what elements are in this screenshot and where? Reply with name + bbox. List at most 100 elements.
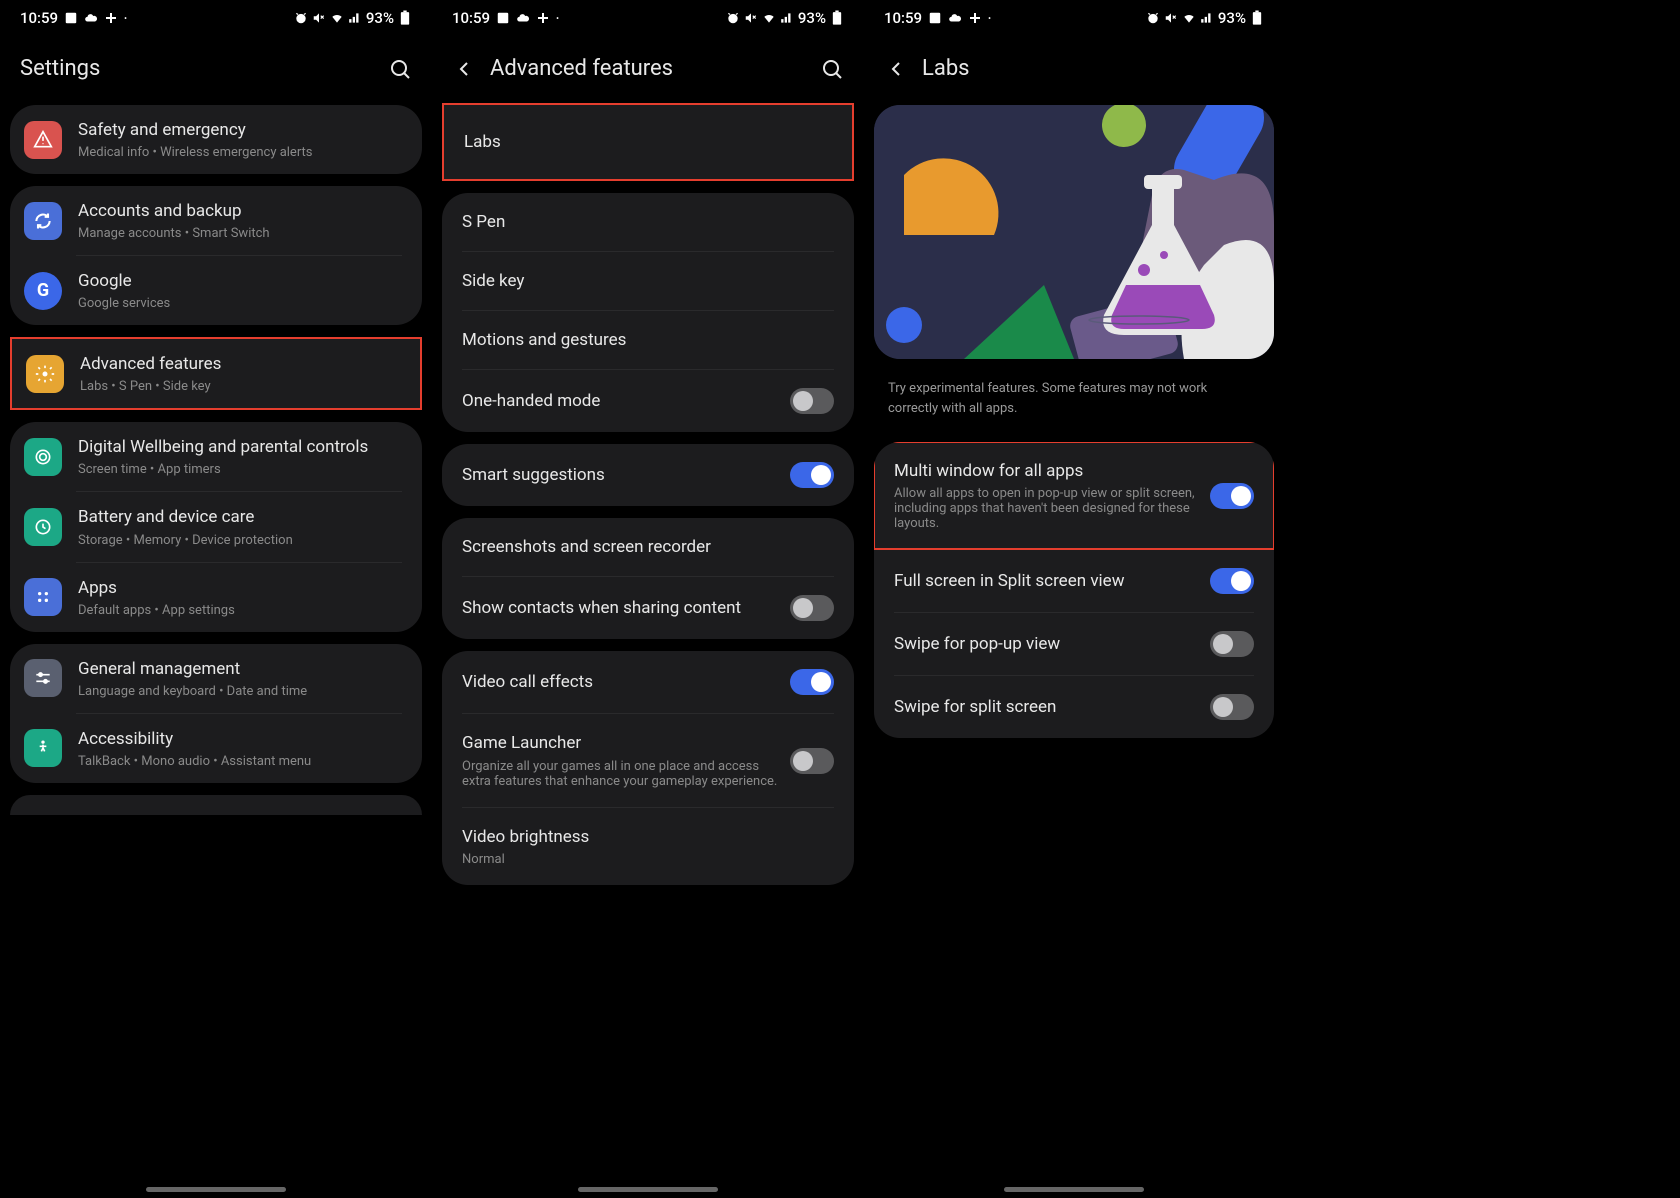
sliders-icon: [24, 659, 62, 697]
settings-row-advanced-features[interactable]: Advanced features Labs • S Pen • Side ke…: [12, 339, 420, 408]
gear-icon: [26, 355, 64, 393]
row-sub: Manage accounts • Smart Switch: [78, 226, 402, 241]
signal-icon: [780, 11, 794, 25]
mute-icon: [312, 11, 326, 25]
alert-icon: [24, 121, 62, 159]
status-time: 10:59: [452, 9, 490, 27]
page-title: Settings: [20, 56, 100, 81]
google-icon: G: [24, 272, 62, 310]
toggle-fullscreen-split[interactable]: [1210, 568, 1254, 594]
home-indicator[interactable]: [146, 1187, 286, 1192]
toggle-video-effects[interactable]: [790, 669, 834, 695]
row-title: One-handed mode: [462, 390, 790, 412]
row-title: Show contacts when sharing content: [462, 597, 790, 619]
row-sub: Screen time • App timers: [78, 462, 402, 477]
signal-icon: [1200, 11, 1214, 25]
apps-icon: [24, 578, 62, 616]
toggle-smart-suggestions[interactable]: [790, 462, 834, 488]
header: Settings: [0, 36, 432, 105]
settings-row-apps[interactable]: Apps Default apps • App settings: [10, 563, 422, 632]
row-sub: Language and keyboard • Date and time: [78, 684, 402, 699]
back-button[interactable]: [452, 57, 476, 81]
settings-row-battery[interactable]: Battery and device care Storage • Memory…: [10, 492, 422, 561]
home-indicator[interactable]: [1004, 1187, 1144, 1192]
settings-group-advanced: Advanced features Labs • S Pen • Side ke…: [10, 337, 422, 410]
labs-row-fullscreen-split[interactable]: Full screen in Split screen view: [874, 550, 1274, 612]
labs-row-multiwindow[interactable]: Multi window for all apps Allow all apps…: [874, 442, 1274, 549]
status-time: 10:59: [20, 9, 58, 27]
toggle-onehanded[interactable]: [790, 388, 834, 414]
accessibility-icon: [24, 729, 62, 767]
af-row-show-contacts[interactable]: Show contacts when sharing content: [442, 577, 854, 639]
mute-icon: [1164, 11, 1178, 25]
settings-row-accounts[interactable]: Accounts and backup Manage accounts • Sm…: [10, 186, 422, 255]
row-sub: Medical info • Wireless emergency alerts: [78, 145, 402, 160]
row-sub: TalkBack • Mono audio • Assistant menu: [78, 754, 402, 769]
af-row-onehanded[interactable]: One-handed mode: [442, 370, 854, 432]
mute-icon: [744, 11, 758, 25]
page-title: Labs: [922, 56, 970, 81]
alarm-icon: [294, 11, 308, 25]
row-title: Side key: [462, 270, 834, 292]
status-bar: 10:59 • 93%: [432, 0, 864, 36]
settings-group-peek: [10, 795, 422, 815]
row-sub: Labs • S Pen • Side key: [80, 379, 400, 394]
phone-settings: 10:59 • 93% Settings Safety and emergenc…: [0, 0, 432, 1198]
sync-icon: [24, 202, 62, 240]
gallery-icon: [928, 11, 942, 25]
settings-row-accessibility[interactable]: Accessibility TalkBack • Mono audio • As…: [10, 714, 422, 783]
af-row-motions[interactable]: Motions and gestures: [442, 311, 854, 369]
battery-icon: [1250, 11, 1264, 25]
battery-icon: [398, 11, 412, 25]
battery-text: 93%: [798, 9, 826, 27]
toggle-game-launcher[interactable]: [790, 748, 834, 774]
status-more: •: [124, 14, 127, 23]
af-row-game-launcher[interactable]: Game Launcher Organize all your games al…: [442, 714, 854, 806]
status-bar: 10:59 • 93%: [864, 0, 1284, 36]
af-row-spen[interactable]: S Pen: [442, 193, 854, 251]
row-title: Safety and emergency: [78, 119, 402, 141]
back-button[interactable]: [884, 57, 908, 81]
af-row-video-brightness[interactable]: Video brightness Normal: [442, 808, 854, 885]
settings-row-safety[interactable]: Safety and emergency Medical info • Wire…: [10, 105, 422, 174]
settings-row-wellbeing[interactable]: Digital Wellbeing and parental controls …: [10, 422, 422, 491]
row-title: Accessibility: [78, 728, 402, 750]
af-group: Smart suggestions: [442, 444, 854, 506]
af-row-video-effects[interactable]: Video call effects: [442, 651, 854, 713]
af-row-screenshots[interactable]: Screenshots and screen recorder: [442, 518, 854, 576]
toggle-show-contacts[interactable]: [790, 595, 834, 621]
wifi-icon: [762, 11, 776, 25]
signal-icon: [348, 11, 362, 25]
af-row-sidekey[interactable]: Side key: [442, 252, 854, 310]
search-button[interactable]: [388, 57, 412, 81]
row-title: Video call effects: [462, 671, 790, 693]
settings-group: Accounts and backup Manage accounts • Sm…: [10, 186, 422, 325]
labs-row-swipe-popup[interactable]: Swipe for pop-up view: [874, 613, 1274, 675]
wifi-icon: [330, 11, 344, 25]
flask-illustration-icon: [874, 105, 1274, 359]
settings-row-google[interactable]: G Google Google services: [10, 256, 422, 325]
cloud-icon: [516, 11, 530, 25]
toggle-swipe-split[interactable]: [1210, 694, 1254, 720]
phone-labs: 10:59 • 93% Labs: [864, 0, 1284, 1198]
row-sub: Storage • Memory • Device protection: [78, 533, 402, 548]
toggle-swipe-popup[interactable]: [1210, 631, 1254, 657]
search-button[interactable]: [820, 57, 844, 81]
af-row-smart-suggestions[interactable]: Smart suggestions: [442, 444, 854, 506]
row-sub: Google services: [78, 296, 402, 311]
toggle-multiwindow[interactable]: [1210, 483, 1254, 509]
af-row-labs[interactable]: Labs: [444, 105, 852, 179]
labs-row-swipe-split[interactable]: Swipe for split screen: [874, 676, 1274, 738]
header: Labs: [864, 36, 1284, 105]
settings-group: General management Language and keyboard…: [10, 644, 422, 783]
labs-group: Multi window for all apps Allow all apps…: [874, 442, 1274, 738]
row-title: S Pen: [462, 211, 834, 233]
row-title: Accounts and backup: [78, 200, 402, 222]
settings-row-general[interactable]: General management Language and keyboard…: [10, 644, 422, 713]
home-indicator[interactable]: [578, 1187, 718, 1192]
battery-icon: [830, 11, 844, 25]
row-title: Full screen in Split screen view: [894, 570, 1210, 592]
phone-advanced-features: 10:59 • 93% Advanced features: [432, 0, 864, 1198]
af-group-labs: Labs: [442, 103, 854, 181]
row-title: Motions and gestures: [462, 329, 834, 351]
